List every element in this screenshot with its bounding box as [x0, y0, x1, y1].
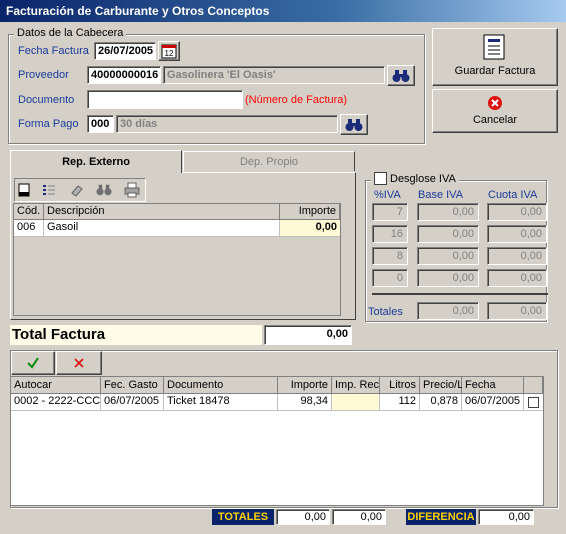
- iva-total-cuota: 0,00: [487, 302, 547, 320]
- header-group-title: Datos de la Cabecera: [14, 27, 127, 39]
- cancel-icon: [488, 96, 502, 110]
- totales-label: TOTALES: [212, 509, 274, 525]
- concept-col-description[interactable]: Descripción: [44, 204, 280, 220]
- formapago-search-button[interactable]: [340, 114, 368, 135]
- formapago-code-field[interactable]: 000: [87, 115, 114, 133]
- concept-amount-cell[interactable]: 0,00: [280, 220, 340, 236]
- iva-cuota-2: 0,00: [487, 247, 547, 265]
- cancel-button[interactable]: Cancelar: [432, 89, 558, 133]
- proveedor-search-button[interactable]: [387, 65, 415, 86]
- discard-button[interactable]: [56, 351, 102, 375]
- iva-base-3: 0,00: [417, 269, 479, 287]
- diferencia-value: 0,00: [478, 509, 534, 525]
- proveedor-code-field[interactable]: 40000000016: [87, 66, 161, 84]
- iva-divider: [372, 293, 548, 295]
- table-row[interactable]: 006 Gasoil 0,00: [14, 220, 340, 237]
- iva-cuota-3: 0,00: [487, 269, 547, 287]
- detail-precio-cell[interactable]: 0,878: [420, 394, 462, 410]
- new-record-icon[interactable]: [18, 183, 30, 197]
- iva-header-base: Base IVA: [418, 189, 464, 201]
- concept-col-code[interactable]: Cód.: [14, 204, 44, 220]
- footer-total-2: 0,00: [332, 509, 386, 525]
- iva-title-label: Desglose IVA: [390, 172, 456, 185]
- iva-header-pct: %IVA: [374, 189, 401, 201]
- iva-checkbox[interactable]: [374, 172, 387, 185]
- save-invoice-label: Guardar Factura: [454, 65, 536, 77]
- svg-text:12: 12: [165, 49, 174, 58]
- iva-pct-3: 0: [372, 269, 408, 287]
- detail-fec-gasto-cell[interactable]: 06/07/2005: [101, 394, 164, 410]
- calendar-icon: 12: [161, 44, 177, 59]
- detail-col-check: [524, 377, 543, 394]
- iva-base-2: 0,00: [417, 247, 479, 265]
- iva-header-cuota: Cuota IVA: [488, 189, 538, 201]
- proveedor-name-field: Gasolinera 'El Oasis': [163, 66, 385, 84]
- total-factura-value: 0,00: [264, 325, 352, 345]
- detail-col-litros[interactable]: Litros: [380, 377, 420, 394]
- iva-pct-2: 8: [372, 247, 408, 265]
- iva-cuota-0: 0,00: [487, 203, 547, 221]
- diferencia-label: DIFERENCIA: [406, 509, 476, 525]
- concept-code-cell[interactable]: 006: [14, 220, 44, 236]
- detail-documento-cell[interactable]: Ticket 18478: [164, 394, 278, 410]
- detail-col-imp-rec[interactable]: Imp. Rec: [332, 377, 380, 394]
- eraser-icon[interactable]: [70, 183, 84, 197]
- iva-cuota-1: 0,00: [487, 225, 547, 243]
- documento-label: Documento: [18, 94, 75, 106]
- list-icon[interactable]: [42, 183, 56, 197]
- iva-total-base: 0,00: [417, 302, 479, 320]
- tab-dep-propio[interactable]: Dep. Propio: [183, 151, 355, 171]
- detail-autocar-cell[interactable]: 0002 - 2222-CCC: [11, 394, 101, 410]
- total-factura-label: Total Factura: [10, 325, 262, 345]
- iva-totals-label: Totales: [368, 306, 403, 318]
- iva-base-0: 0,00: [417, 203, 479, 221]
- documento-field[interactable]: [87, 90, 243, 109]
- detail-col-autocar[interactable]: Autocar: [11, 377, 101, 394]
- detail-litros-cell[interactable]: 112: [380, 394, 420, 410]
- concept-col-amount[interactable]: Importe: [280, 204, 340, 220]
- binoculars-icon: [392, 70, 410, 82]
- detail-imp-rec-cell[interactable]: [332, 394, 380, 410]
- checkmark-icon: [27, 357, 39, 369]
- documento-hint: (Número de Factura): [245, 94, 348, 106]
- iva-pct-0: 7: [372, 203, 408, 221]
- detail-col-documento[interactable]: Documento: [164, 377, 278, 394]
- detail-col-fecha[interactable]: Fecha: [462, 377, 524, 394]
- footer-total-1: 0,00: [276, 509, 330, 525]
- formapago-name-field: 30 días: [116, 115, 338, 133]
- confirm-button[interactable]: [11, 351, 55, 375]
- document-save-icon: [483, 34, 505, 60]
- detail-importe-cell[interactable]: 98,34: [278, 394, 332, 410]
- fecha-label: Fecha Factura: [18, 45, 89, 57]
- tab-rep-externo[interactable]: Rep. Externo: [10, 150, 182, 173]
- iva-group-title: Desglose IVA: [371, 172, 459, 185]
- detail-col-fec-gasto[interactable]: Fec. Gasto: [101, 377, 164, 394]
- binoculars-icon: [345, 119, 363, 131]
- formapago-label: Forma Pago: [18, 118, 79, 130]
- printer-icon[interactable]: [124, 182, 140, 198]
- fecha-field[interactable]: 26/07/2005: [94, 42, 156, 60]
- concept-description-cell[interactable]: Gasoil: [44, 220, 280, 236]
- calendar-button[interactable]: 12: [158, 41, 180, 61]
- detail-col-importe[interactable]: Importe: [278, 377, 332, 394]
- close-icon: [74, 358, 84, 368]
- iva-pct-1: 16: [372, 225, 408, 243]
- proveedor-label: Proveedor: [18, 69, 69, 81]
- cancel-label: Cancelar: [472, 114, 518, 126]
- detail-col-precio[interactable]: Precio/L: [420, 377, 463, 394]
- save-invoice-button[interactable]: Guardar Factura: [432, 28, 558, 86]
- window-title: Facturación de Carburante y Otros Concep…: [0, 0, 566, 22]
- table-row[interactable]: 0002 - 2222-CCC 06/07/2005 Ticket 18478 …: [11, 394, 543, 411]
- binoculars-icon[interactable]: [96, 183, 112, 197]
- iva-base-1: 0,00: [417, 225, 479, 243]
- detail-row-checkbox[interactable]: [528, 397, 539, 408]
- detail-fecha-cell[interactable]: 06/07/2005: [462, 394, 524, 410]
